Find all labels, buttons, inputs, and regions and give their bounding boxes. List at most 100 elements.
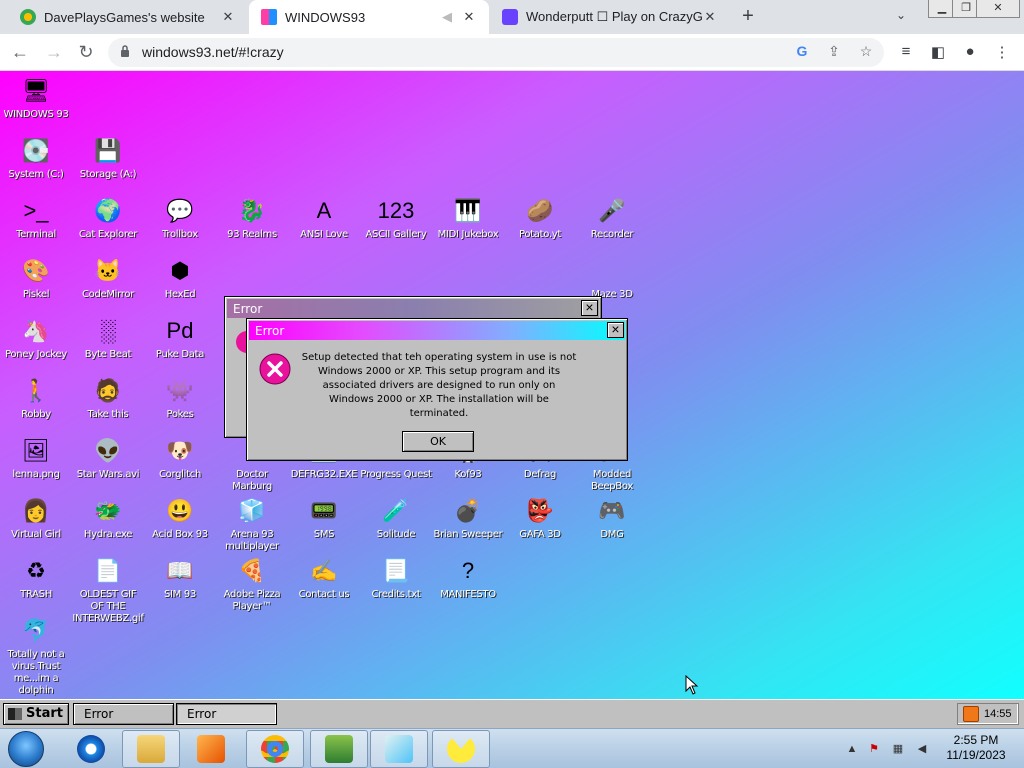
bookmark-star-icon[interactable]: ☆ <box>856 43 876 60</box>
tab-title: WINDOWS93 <box>285 9 366 25</box>
media-controls-icon[interactable]: ≡ <box>896 43 916 60</box>
windows-start-orb-icon[interactable] <box>8 731 44 767</box>
rss-icon[interactable] <box>963 706 979 722</box>
dialog-titlebar[interactable]: Error <box>227 299 599 318</box>
forward-arrow-icon[interactable]: → <box>42 40 66 64</box>
desktop-icon-windows-93[interactable]: 🖥 WINDOWS 93 <box>0 75 72 121</box>
desktop-icon-potato-yt[interactable]: 🥔 Potato.yt <box>504 195 576 241</box>
desktop-icon-solitude[interactable]: 🧪 Solitude <box>360 495 432 541</box>
desktop-icon-contact-us[interactable]: ✍ Contact us <box>288 555 360 601</box>
dialog-titlebar[interactable]: Error <box>249 321 625 340</box>
desktop-icon-trollbox[interactable]: 💬 Trollbox <box>144 195 216 241</box>
desktop-icon-byte-beat[interactable]: ░ Byte Beat <box>72 315 144 361</box>
tab-windows93[interactable]: WINDOWS93 ◀ ✕ <box>249 0 489 34</box>
desktop-icon-brian-sweeper[interactable]: 💣 Brian Sweeper <box>432 495 504 541</box>
back-arrow-icon[interactable]: ← <box>8 40 32 64</box>
desktop-icon-trash[interactable]: ♻ TRASH <box>0 555 72 601</box>
desktop-icon-oldest-gif-of-the-interwebz-gif[interactable]: 📄 OLDEST GIF OF THE INTERWEBZ.gif <box>72 555 144 625</box>
desktop-icon-dmg[interactable]: 🎮 DMG <box>576 495 648 541</box>
volume-icon[interactable]: ◀ <box>914 741 930 757</box>
desktop-icon-ascii-gallery[interactable]: 123 ASCII Gallery <box>360 195 432 241</box>
network-icon[interactable]: ▦ <box>890 741 906 757</box>
tab-search-icon[interactable]: ⌄ <box>896 8 906 22</box>
desktop-icon-label: Progress Quest <box>360 469 432 480</box>
desktop-icon-recorder[interactable]: 🎤 Recorder <box>576 195 648 241</box>
profile-avatar-icon[interactable]: ● <box>960 43 980 60</box>
desktop-icon-corglitch[interactable]: 🐶 Corglitch <box>144 435 216 481</box>
mouse-pointer-icon <box>685 675 699 695</box>
desktop-icon-robby[interactable]: 🚶 Robby <box>0 375 72 421</box>
chrome-menu-icon[interactable]: ⋮ <box>992 43 1012 61</box>
google-lens-icon[interactable]: G <box>792 43 812 59</box>
side-panel-icon[interactable]: ◧ <box>928 43 948 61</box>
lock-icon[interactable] <box>120 45 130 57</box>
new-tab-button[interactable]: + <box>736 5 760 29</box>
desktop-icon-cat-explorer[interactable]: 🌍 Cat Explorer <box>72 195 144 241</box>
desktop-icon-puke-data[interactable]: Pd Puke Data <box>144 315 216 361</box>
desktop-icon-93-realms[interactable]: 🐉 93 Realms <box>216 195 288 241</box>
chrome-icon[interactable] <box>246 730 304 768</box>
desktop-icon-sms[interactable]: 📟 SMS <box>288 495 360 541</box>
mute-tab-icon[interactable]: ◀ <box>439 9 455 25</box>
desktop-icon-totally-not-a-virus-trust-me-im-a-dolphin[interactable]: 🐬 Totally not a virus.Trust me...im a dol… <box>0 615 72 697</box>
desktop-icon-poney-jockey[interactable]: 🦄 Poney Jockey <box>0 315 72 361</box>
desktop-icon-midi-jukebox[interactable]: 🎹 MIDI Jukebox <box>432 195 504 241</box>
error-dialog[interactable]: Error × Setup detected that teh operatin… <box>246 318 628 461</box>
desktop-icon-label: ASCII Gallery <box>365 229 427 240</box>
desktop-icon-label: WINDOWS 93 <box>3 109 69 120</box>
reload-icon[interactable]: ↻ <box>74 40 98 64</box>
desktop-icon-codemirror[interactable]: 🐱 CodeMirror <box>72 255 144 301</box>
file-explorer-icon[interactable] <box>122 730 180 768</box>
desktop-icon-acid-box-93[interactable]: 😃 Acid Box 93 <box>144 495 216 541</box>
desktop-icon-virtual-girl[interactable]: 👩 Virtual Girl <box>0 495 72 541</box>
pacman-app-icon[interactable] <box>432 730 490 768</box>
internet-explorer-icon[interactable] <box>62 730 120 768</box>
desktop-icon-storage-a[interactable]: 💾 Storage (A:) <box>72 135 144 181</box>
start-button[interactable]: Start <box>3 703 69 725</box>
desktop-icon-take-this[interactable]: 🧔 Take this <box>72 375 144 421</box>
drawing-app-icon[interactable] <box>370 730 428 768</box>
ok-button[interactable]: OK <box>402 431 474 452</box>
close-tab-icon[interactable]: ✕ <box>461 9 477 25</box>
desktop-icon-label: Star Wars.avi <box>76 469 140 480</box>
app-icon: 🧔 <box>94 378 122 403</box>
desktop-icon-label: MANIFESTO <box>440 589 496 600</box>
url-text[interactable]: windows93.net/#!crazy <box>142 44 284 60</box>
show-hidden-icons-icon[interactable]: ▲ <box>844 741 860 757</box>
app-icon: 🧊 <box>238 498 266 523</box>
desktop-icon-sim-93[interactable]: 📖 SIM 93 <box>144 555 216 601</box>
desktop-icon-system-c[interactable]: 💽 System (C:) <box>0 135 72 181</box>
desktop-icon-star-wars-avi[interactable]: 👽 Star Wars.avi <box>72 435 144 481</box>
desktop-icon-credits-txt[interactable]: 📃 Credits.txt <box>360 555 432 601</box>
desktop-icon-label: OLDEST GIF OF THE INTERWEBZ.gif <box>72 589 144 624</box>
media-player-icon[interactable] <box>182 730 240 768</box>
desktop-icon-adobe-pizza-player[interactable]: 🍕 Adobe Pizza Player™ <box>216 555 288 613</box>
taskbar-item-error[interactable]: Error <box>73 703 174 725</box>
app-icon: 💣 <box>454 498 482 523</box>
desktop-icon-arena-93-multiplayer[interactable]: 🧊 Arena 93 multiplayer <box>216 495 288 553</box>
desktop-icon-hexed[interactable]: ⬢ HexEd <box>144 255 216 301</box>
close-tab-icon[interactable]: ✕ <box>702 9 718 25</box>
close-tab-icon[interactable]: ✕ <box>220 9 236 25</box>
desktop-icon-pokes[interactable]: 👾 Pokes <box>144 375 216 421</box>
desktop-icon-hydra-exe[interactable]: 🐲 Hydra.exe <box>72 495 144 541</box>
desktop-icon-gafa-3d[interactable]: 👺 GAFA 3D <box>504 495 576 541</box>
taskbar-item-error[interactable]: Error <box>176 703 277 725</box>
desktop-icon-manifesto[interactable]: ? MANIFESTO <box>432 555 504 601</box>
system-clock[interactable]: 2:55 PM 11/19/2023 <box>940 733 1012 763</box>
close-icon[interactable]: × <box>607 322 624 338</box>
desktop-icon-piskel[interactable]: 🎨 Piskel <box>0 255 72 301</box>
close-icon[interactable]: × <box>581 300 598 316</box>
desktop-icon-label: Totally not a virus.Trust me...im a dolp… <box>7 649 65 696</box>
monitor-app-icon[interactable] <box>310 730 368 768</box>
tab-wonderputt[interactable]: Wonderputt ☐ Play on CrazyGam ✕ <box>490 0 730 34</box>
share-icon[interactable]: ⇪ <box>824 43 844 60</box>
desktop-icon-terminal[interactable]: >_ Terminal <box>0 195 72 241</box>
action-center-icon[interactable]: ⚑ <box>866 741 882 757</box>
desktop-icon-ansi-love[interactable]: A ANSI Love <box>288 195 360 241</box>
desktop-icon-lenna-png[interactable]: 🖼 lenna.png <box>0 435 72 481</box>
w93-taskbar: Start Error Error 14:55 <box>0 699 1024 728</box>
close-window-icon[interactable]: ✕ <box>976 0 1020 18</box>
tab-davesplaysgames[interactable]: DavePlaysGames's website ✕ <box>8 0 248 34</box>
address-bar[interactable]: windows93.net/#!crazy G ⇪ ☆ <box>108 38 884 67</box>
